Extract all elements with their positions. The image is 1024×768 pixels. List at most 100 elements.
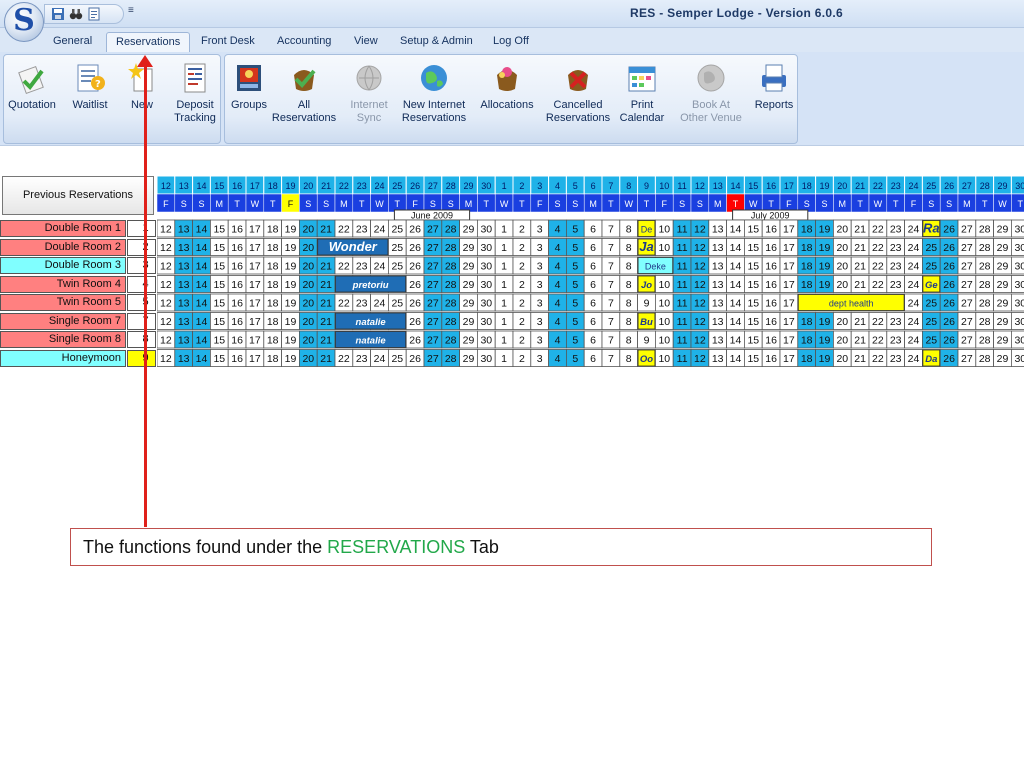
room-name[interactable]: Double Room 1 (0, 220, 126, 237)
room-name[interactable]: Single Room 8 (0, 331, 126, 348)
calendar-cell-day: 16 (231, 298, 243, 310)
globe-icon (421, 65, 447, 91)
calendar-cell-day: 23 (890, 242, 902, 254)
calendar-cell-day: 8 (626, 298, 632, 310)
calendar-cell-day: 30 (480, 224, 492, 236)
binoculars-icon[interactable] (69, 7, 83, 21)
calendar-cell-day: 10 (658, 242, 670, 254)
room-number: 2 (127, 238, 156, 256)
calendar-cell-day: 10 (658, 279, 670, 291)
header-day-label: 10 (659, 181, 669, 191)
deposit-tracking-button[interactable]: Deposit Tracking (170, 61, 220, 125)
waitlist-button[interactable]: ? Waitlist (66, 61, 114, 112)
header-day-label: 19 (285, 181, 295, 191)
calendar-cell-day: 23 (890, 261, 902, 273)
print-calendar-button[interactable]: Print Calendar (617, 61, 667, 125)
book-at-other-venue-button[interactable]: Book At Other Venue (675, 61, 747, 125)
calendar-cell-day: 28 (445, 298, 457, 310)
annotation-arrow-line (144, 61, 147, 527)
calendar-cell-day: 17 (783, 316, 795, 328)
header-day-label: 22 (873, 181, 883, 191)
calendar-cell-day: 1 (501, 224, 507, 236)
header-day-label: 22 (339, 181, 349, 191)
calendar-cell-day: 3 (537, 298, 543, 310)
calendar-cell-day: 3 (537, 261, 543, 273)
header-weekday-label: T (982, 199, 988, 209)
print-calendar-icon (628, 66, 656, 92)
internet-sync-button[interactable]: Internet Sync (341, 61, 397, 125)
room-name[interactable]: Double Room 2 (0, 238, 126, 256)
header-weekday-label: M (340, 199, 348, 209)
calendar-cell-day: 2 (519, 224, 525, 236)
calendar-cell-day: 12 (160, 279, 172, 291)
calendar-cell-day: 3 (537, 335, 543, 347)
calendar-cell-day: 23 (356, 353, 368, 365)
room-name[interactable]: Double Room 3 (0, 257, 126, 274)
calendar-cell-day: 14 (730, 261, 742, 273)
report-icon[interactable] (87, 7, 101, 21)
application-menu-button[interactable]: S (4, 2, 44, 42)
calendar-cell-day: 7 (608, 353, 614, 365)
calendar-cell-day: 19 (285, 242, 297, 254)
room-row: Single Room 77 (0, 312, 157, 332)
calendar-cell-day: 28 (979, 279, 991, 291)
calendar-cell-day: 25 (391, 242, 403, 254)
calendar-cell-day: 21 (320, 279, 332, 291)
tab-setup-admin[interactable]: Setup & Admin (391, 32, 482, 52)
tab-general[interactable]: General (44, 32, 101, 52)
reports-button[interactable]: Reports (751, 61, 797, 112)
calendar-cell-day: 18 (801, 353, 813, 365)
calendar-cell-day: 25 (925, 242, 937, 254)
new-internet-reservations-button[interactable]: New Internet Reservations (399, 61, 469, 125)
all-reservations-button[interactable]: All Reservations (271, 61, 337, 125)
cancelled-reservations-button[interactable]: Cancelled Reservations (543, 61, 613, 125)
header-day-label: 19 (819, 181, 829, 191)
reservation-label: Ja (639, 239, 653, 254)
previous-reservations-button[interactable]: Previous Reservations (2, 176, 154, 215)
tab-reservations[interactable]: Reservations (106, 32, 191, 52)
calendar-cell-day: 16 (765, 316, 777, 328)
new-reservation-button[interactable]: New (120, 61, 164, 112)
calendar-cell-day: 25 (925, 335, 937, 347)
ribbon-group-reservations: Quotation ? Waitlist New Deposit Trackin… (3, 54, 221, 144)
calendar-cell-day: 18 (801, 261, 813, 273)
room-name[interactable]: Honeymoon (0, 349, 126, 367)
header-weekday-label: M (714, 199, 722, 209)
book-other-venue-icon (697, 64, 725, 92)
quotation-button[interactable]: Quotation (6, 61, 58, 112)
tab-front-desk[interactable]: Front Desk (192, 32, 264, 52)
tab-view[interactable]: View (345, 32, 387, 52)
room-row: Double Room 11 (0, 220, 157, 239)
calendar-cell-day: 20 (836, 316, 848, 328)
header-day-label: 28 (446, 181, 456, 191)
header-weekday-label: M (216, 199, 224, 209)
calendar-cell-day: 14 (730, 316, 742, 328)
tab-log-off[interactable]: Log Off (484, 32, 538, 52)
calendar-cell-day: 17 (783, 279, 795, 291)
reservation-label: Jo (641, 280, 652, 291)
header-day-label: 12 (695, 181, 705, 191)
calendar-cell-day: 2 (519, 316, 525, 328)
calendar-cell-day: 13 (712, 242, 724, 254)
calendar-cell-day: 29 (463, 224, 475, 236)
reservation-label: natalie (356, 317, 387, 328)
groups-button[interactable]: Groups (227, 61, 271, 112)
save-icon[interactable] (51, 7, 65, 21)
calendar-cell-day: 14 (196, 353, 208, 365)
calendar-cell-day: 13 (712, 298, 724, 310)
reservation-calendar-grid[interactable]: 12F13S14S15M16T17W18T19F20S21S22M23T24W2… (157, 176, 1024, 368)
customize-toolbar-icon[interactable]: ≡ (128, 5, 134, 16)
calendar-cell-day: 15 (747, 242, 759, 254)
calendar-cell-day: 22 (872, 353, 884, 365)
calendar-cell-day: 20 (836, 261, 848, 273)
calendar-cell-day: 24 (908, 279, 920, 291)
calendar-cell-day: 30 (1014, 316, 1024, 328)
tab-accounting[interactable]: Accounting (268, 32, 340, 52)
calendar-cell-day: 25 (925, 261, 937, 273)
calendar-cell-day: 6 (590, 224, 596, 236)
room-name[interactable]: Twin Room 5 (0, 294, 126, 311)
calendar-cell-day: 20 (302, 261, 314, 273)
room-name[interactable]: Twin Room 4 (0, 275, 126, 293)
allocations-button[interactable]: Allocations (479, 61, 535, 112)
room-name[interactable]: Single Room 7 (0, 312, 126, 330)
